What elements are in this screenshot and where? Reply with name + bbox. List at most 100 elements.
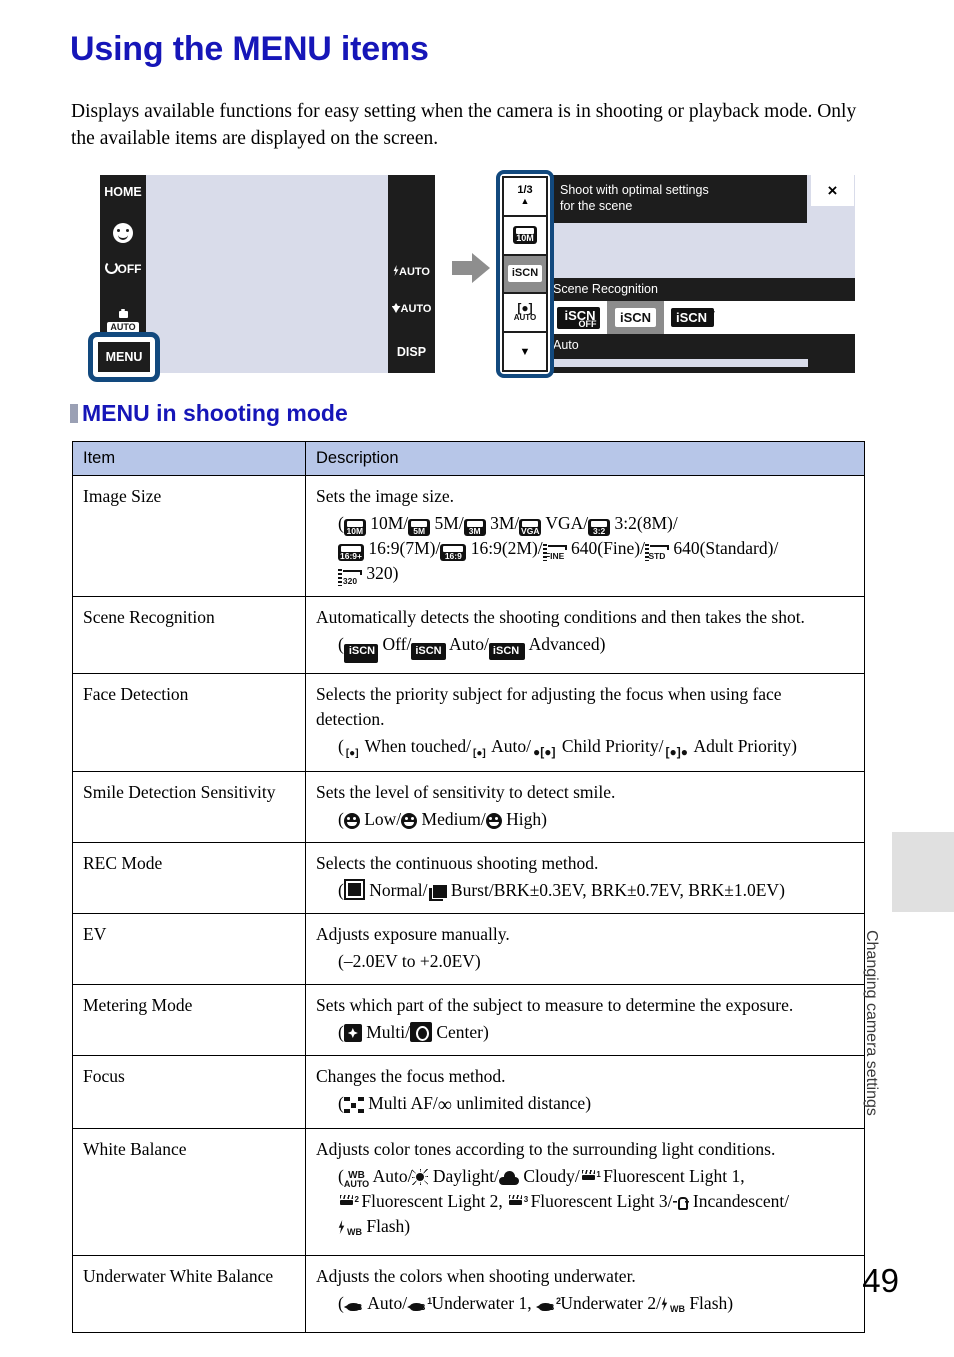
icon-incandescent xyxy=(672,1194,689,1210)
opt-10m: 10M xyxy=(370,513,404,533)
icon-smile-high xyxy=(485,813,502,829)
preview-area xyxy=(550,223,807,278)
page-title: Using the MENU items xyxy=(70,30,429,68)
icon-3m: 3M xyxy=(463,519,486,536)
row-description: Automatically detects the shooting condi… xyxy=(305,596,865,674)
icon-uw-2: WB 2 xyxy=(536,1296,561,1313)
icon-10m: 10M xyxy=(343,519,366,536)
menu-scroll-down[interactable]: ▼ xyxy=(504,333,546,370)
row-description: Changes the focus method. ( Multi AF/∞ u… xyxy=(305,1055,865,1129)
opt-fluorescent-1: Fluorescent Light 1, xyxy=(603,1166,745,1186)
icon-daylight xyxy=(412,1169,428,1185)
tip-line-1: Shoot with optimal settings xyxy=(560,183,709,197)
tip-line-2: for the scene xyxy=(560,199,633,213)
menu-page-indicator[interactable]: 1/3 ▲ xyxy=(504,178,546,217)
opt-auto: Auto xyxy=(491,736,527,756)
disp-button[interactable]: DISP xyxy=(388,345,435,359)
opt-fluorescent-2: Fluorescent Light 2, xyxy=(361,1191,503,1211)
opt-burst: Burst/BRK±0.3EV, BRK±0.7EV, BRK±1.0EV xyxy=(450,880,780,900)
flash-button[interactable]: AUTO xyxy=(388,265,435,278)
self-timer-button[interactable]: OFF xyxy=(100,261,146,276)
row-desc-text: Changes the focus method. xyxy=(316,1066,506,1086)
row-item-label: EV xyxy=(72,913,306,985)
table-header-row: Item Description xyxy=(72,441,865,476)
scene-option-advanced[interactable]: iSCN + xyxy=(664,301,721,334)
opt-320: 320 xyxy=(366,563,393,583)
icon-uw-flash: WB xyxy=(661,1297,685,1322)
icon-fluorescent-3: 3 xyxy=(507,1195,528,1211)
row-desc-text: Selects the continuous shooting method. xyxy=(316,853,599,873)
icon-face-auto: [●] xyxy=(471,747,488,761)
scene-option-off[interactable]: iSCN OFF xyxy=(550,301,607,334)
row-description: Selects the continuous shooting method. … xyxy=(305,842,865,914)
icon-vga: VGA xyxy=(519,519,542,536)
scene-scrollbar[interactable] xyxy=(550,356,855,373)
icon-rec-burst xyxy=(427,884,448,902)
image-size-icon: 10M xyxy=(513,226,537,245)
table-row: White Balance Adjusts color tones accord… xyxy=(72,1128,865,1256)
opt-advanced: Advanced xyxy=(528,634,600,654)
row-options: ( Multi AF/∞ unlimited distance) xyxy=(338,1093,592,1116)
opt-cloudy: Cloudy xyxy=(523,1166,575,1186)
tip-tooltip: Shoot with optimal settings for the scen… xyxy=(550,175,807,223)
icon-fluorescent-1: 1 xyxy=(580,1170,601,1186)
side-tab-marker xyxy=(892,832,954,912)
shooting-mode-button[interactable]: AUTO xyxy=(100,299,146,335)
icon-uw-1: WB 1 xyxy=(407,1296,432,1313)
row-item-label: Metering Mode xyxy=(72,984,306,1056)
table-row: Smile Detection Sensitivity Sets the lev… xyxy=(72,771,865,843)
chevron-down-icon: ▼ xyxy=(519,345,531,358)
opt-medium: Medium xyxy=(421,809,481,829)
icon-iscn-advanced: iSCN xyxy=(488,643,526,660)
opt-flash: Flash) xyxy=(689,1293,734,1313)
opt-high: High xyxy=(506,809,542,829)
icon-169: 16:9 xyxy=(440,544,467,561)
page-number: 49 xyxy=(862,1262,899,1299)
opt-off: Off xyxy=(382,634,407,654)
home-button[interactable]: HOME xyxy=(100,185,146,199)
row-item-label: Underwater White Balance xyxy=(72,1255,306,1333)
close-icon[interactable]: × xyxy=(811,175,854,206)
icon-smile-medium xyxy=(401,813,418,829)
scene-option-auto[interactable]: iSCN xyxy=(607,301,664,334)
icon-face-adult: [●]● xyxy=(663,745,691,759)
smile-shutter-icon[interactable] xyxy=(100,223,146,248)
menu-item-face-detection[interactable]: [●] AUTO xyxy=(504,294,546,334)
menu-button[interactable]: MENU xyxy=(98,342,150,372)
row-item-label: Image Size xyxy=(72,475,306,597)
table-row: Focus Changes the focus method. ( Multi … xyxy=(72,1055,865,1129)
opt-underwater-2: Underwater 2/ xyxy=(560,1293,661,1313)
table-row: Face Detection Selects the priority subj… xyxy=(72,673,865,772)
macro-label: AUTO xyxy=(400,303,432,315)
icon-640-fine: FINE xyxy=(542,544,567,561)
row-item-label: REC Mode xyxy=(72,842,306,914)
uw-wb-label: WB xyxy=(348,1303,363,1312)
opt-5m: 5M xyxy=(434,513,459,533)
row-description: Sets the level of sensitivity to detect … xyxy=(305,771,865,843)
opt-normal: Normal xyxy=(369,880,423,900)
menu-item-image-size[interactable]: 10M xyxy=(504,216,546,256)
macro-button[interactable]: AUTO xyxy=(388,303,435,315)
scene-adv-sub: + xyxy=(707,304,716,319)
row-desc-text: Adjusts the colors when shooting underwa… xyxy=(316,1266,636,1286)
row-options: (WB Auto/WB 1 Underwater 1, WB 2 Underwate… xyxy=(338,1291,854,1322)
menu-item-scene-recognition[interactable]: iSCN xyxy=(504,255,546,295)
icon-metering-multi xyxy=(343,1024,362,1042)
table-row: Image Size Sets the image size. (10M 10M… xyxy=(72,475,865,597)
manual-page: Using the MENU items Displays available … xyxy=(0,0,954,1357)
face-detection-label: AUTO xyxy=(513,312,537,322)
opt-center: Center xyxy=(436,1022,484,1042)
side-tab-label: Changing camera settings xyxy=(863,930,880,1116)
opt-daylight: Daylight xyxy=(432,1166,495,1186)
row-desc-text: Sets which part of the subject to measur… xyxy=(316,995,794,1015)
table-row: Underwater White Balance Adjusts the col… xyxy=(72,1255,865,1333)
section-heading: MENU in shooting mode xyxy=(70,400,348,427)
table-row: REC Mode Selects the continuous shooting… xyxy=(72,842,865,914)
flash-label: AUTO xyxy=(399,266,430,278)
row-item-label: Focus xyxy=(72,1055,306,1129)
opt-fluorescent-3: Fluorescent Light 3/ xyxy=(530,1191,673,1211)
icon-uw-auto: WB xyxy=(344,1297,364,1313)
infinity-icon: ∞ xyxy=(437,1094,453,1116)
column-header-item: Item xyxy=(72,441,306,476)
row-desc-text: Adjusts color tones according to the sur… xyxy=(316,1139,776,1159)
